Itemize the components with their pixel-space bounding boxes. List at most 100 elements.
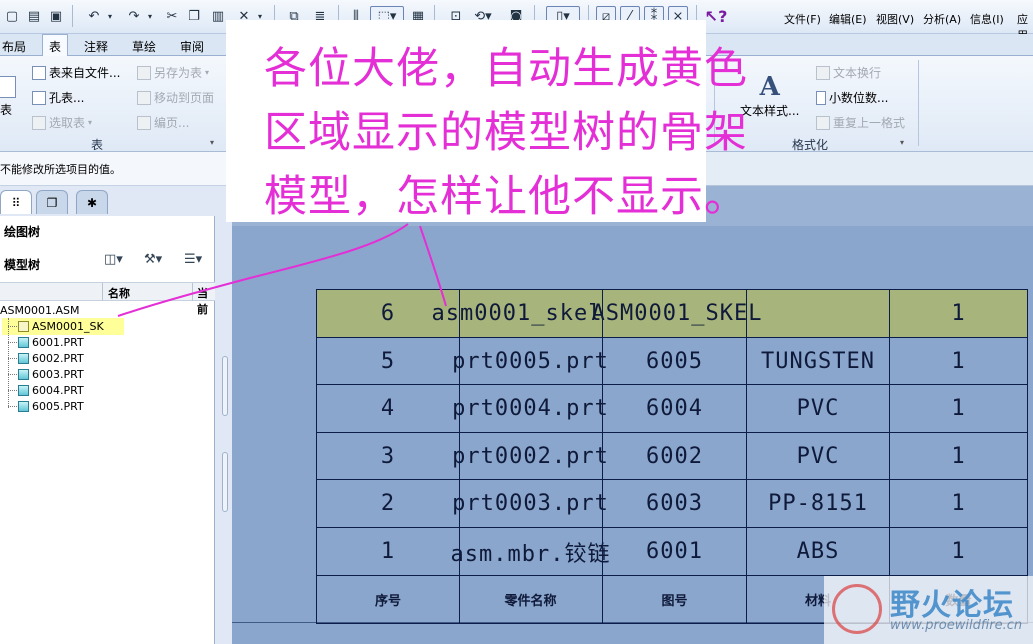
table-row[interactable]: 3 prt0002.prt 6002 PVC 1 xyxy=(317,433,1027,481)
column-current[interactable]: 当前 xyxy=(197,285,215,317)
table-from-file-button[interactable]: 表来自文件... xyxy=(32,64,120,81)
model-tree-tab-icon[interactable]: ⠿ xyxy=(0,190,32,214)
model-tree-title[interactable]: 模型树 xyxy=(4,256,40,273)
table-row[interactable]: 1 asm.mbr.铰链 6001 ABS 1 xyxy=(317,528,1027,576)
table-cell-material: PVC xyxy=(796,396,840,422)
table-row[interactable]: 2 prt0003.prt 6003 PP-8151 1 xyxy=(317,480,1027,528)
tree-item-root[interactable]: ASM0001.ASM xyxy=(0,304,80,317)
menu-file[interactable]: 文件(F) xyxy=(784,11,821,27)
table-cell-drawing-no: 6005 xyxy=(646,348,703,374)
copy-icon[interactable]: ❐ xyxy=(184,6,204,26)
column-name[interactable]: 名称 xyxy=(108,285,130,301)
tree-item-label: 6003.PRT xyxy=(32,368,84,381)
tree-connector xyxy=(8,406,17,407)
context-help-icon[interactable]: ↖? xyxy=(705,6,728,26)
table-column-line xyxy=(889,290,890,623)
settings-icon[interactable]: ⚒▾ xyxy=(144,252,162,267)
tree-item-part[interactable]: 6004.PRT xyxy=(18,384,84,397)
tab-layout[interactable]: 布局 xyxy=(2,38,26,55)
open-icon[interactable]: ▤ xyxy=(24,6,44,26)
table-cell-drawing-no: 6002 xyxy=(646,443,703,469)
table-cell-qty: 1 xyxy=(951,491,966,517)
table-header-name: 零件名称 xyxy=(504,593,557,609)
tree-item-label: 6002.PRT xyxy=(32,352,84,365)
paste-icon[interactable]: ▥ xyxy=(208,6,228,26)
navigator-splitter[interactable] xyxy=(215,216,232,644)
tab-table[interactable]: 表 xyxy=(42,34,69,57)
page-button[interactable]: 编页... xyxy=(137,114,189,131)
toolbar-separator xyxy=(72,5,73,27)
group-launcher-icon[interactable]: ▾ xyxy=(900,138,904,147)
tree-item-part[interactable]: 6005.PRT xyxy=(18,400,84,413)
table-cell-qty: 1 xyxy=(951,396,966,422)
table-cell-drawing-no: 6003 xyxy=(646,491,703,517)
folder-browser-tab-icon[interactable]: ❐ xyxy=(36,190,68,214)
cut-icon[interactable]: ✂ xyxy=(162,6,182,26)
splitter-handle[interactable] xyxy=(222,356,228,416)
tree-item-part[interactable]: 6002.PRT xyxy=(18,352,84,365)
tree-item-part[interactable]: 6003.PRT xyxy=(18,368,84,381)
move-to-page-button[interactable]: 移动到页面 xyxy=(137,89,214,106)
undo-dropdown-icon[interactable]: ▾ xyxy=(104,6,116,26)
menu-view[interactable]: 视图(V) xyxy=(876,11,914,27)
table-cell-qty: 1 xyxy=(951,301,966,326)
tree-item-label: ASM0001.ASM xyxy=(0,304,80,317)
tree-item-skeleton[interactable]: ASM0001_SK xyxy=(18,320,104,333)
table-cell-material: TUNGSTEN xyxy=(761,348,875,374)
select-table-button[interactable]: 选取表 ▾ xyxy=(32,114,92,131)
text-wrap-button[interactable]: 文本换行 xyxy=(816,64,881,81)
decimal-places-icon xyxy=(816,90,826,105)
save-as-table-icon xyxy=(137,65,151,80)
table-cell-qty: 1 xyxy=(951,348,966,374)
new-icon[interactable]: ▢ xyxy=(2,6,22,26)
table-cell-name: prt0003.prt xyxy=(452,491,609,517)
group-label-format: 格式化 xyxy=(792,138,829,152)
table-cell-index: 1 xyxy=(380,539,396,564)
tab-annotate[interactable]: 注释 xyxy=(84,38,108,55)
table-cell-drawing-no: 6001 xyxy=(646,539,703,564)
table-column-line xyxy=(602,290,603,623)
part-icon xyxy=(18,385,29,396)
table-button-label: 表 xyxy=(0,103,13,117)
tree-columns-icon[interactable]: ☰▾ xyxy=(184,252,202,267)
hole-table-button[interactable]: 孔表... xyxy=(32,89,84,106)
splitter-handle[interactable] xyxy=(222,452,228,512)
tab-sketch[interactable]: 草绘 xyxy=(132,38,156,55)
table-row[interactable]: 4 prt0004.prt 6004 PVC 1 xyxy=(317,385,1027,433)
table-cell-qty: 1 xyxy=(951,539,966,564)
drawing-tree-title[interactable]: 绘图树 xyxy=(4,223,40,240)
tree-item-part[interactable]: 6001.PRT xyxy=(18,336,84,349)
text-wrap-icon xyxy=(816,65,830,80)
tab-review[interactable]: 审阅 xyxy=(180,38,204,55)
redo-icon[interactable]: ↷ xyxy=(124,6,144,26)
menu-edit[interactable]: 编辑(E) xyxy=(829,11,867,27)
hole-table-label: 孔表... xyxy=(49,91,85,105)
navigator-tabs: ⠿ ❐ ✱ xyxy=(0,186,232,216)
table-cell-name: asm.mbr.铰链 xyxy=(450,541,611,567)
table-column-line xyxy=(746,290,747,623)
redo-dropdown-icon[interactable]: ▾ xyxy=(144,6,156,26)
undo-icon[interactable]: ↶ xyxy=(84,6,104,26)
table-button[interactable]: 表 xyxy=(0,76,16,118)
table-row[interactable]: 5 prt0005.prt 6005 TUNGSTEN 1 xyxy=(317,338,1027,386)
bom-table[interactable]: 6 asm0001_skel ASM0001_SKEL 1 5 prt0005.… xyxy=(316,289,1028,624)
favorites-tab-icon[interactable]: ✱ xyxy=(76,190,108,214)
save-icon[interactable]: ▣ xyxy=(46,6,66,26)
table-row[interactable]: 6 asm0001_skel ASM0001_SKEL 1 xyxy=(317,290,1027,338)
table-cell-material: PVC xyxy=(796,443,840,469)
decimal-places-button[interactable]: 小数位数... xyxy=(816,89,888,106)
group-launcher-icon[interactable]: ▾ xyxy=(210,138,214,147)
annotation-line: 各位大佬，自动生成黄色 xyxy=(264,44,748,94)
menu-info[interactable]: 信息(I) xyxy=(970,11,1004,27)
table-cell-material: ABS xyxy=(796,539,840,564)
text-style-button[interactable]: A 文本样式... xyxy=(740,74,799,119)
table-from-file-icon xyxy=(32,65,46,80)
message-area: 不能修改所选项目的值。 xyxy=(0,152,232,186)
menu-analysis[interactable]: 分析(A) xyxy=(923,11,961,27)
status-message: 不能修改所选项目的值。 xyxy=(0,163,121,176)
repeat-format-button[interactable]: 重复上一格式 xyxy=(816,114,905,131)
tree-connector xyxy=(8,358,17,359)
save-as-table-button[interactable]: 另存为表 ▾ xyxy=(137,64,209,81)
show-icon[interactable]: ◫▾ xyxy=(104,252,123,267)
tree-connector xyxy=(8,390,17,391)
